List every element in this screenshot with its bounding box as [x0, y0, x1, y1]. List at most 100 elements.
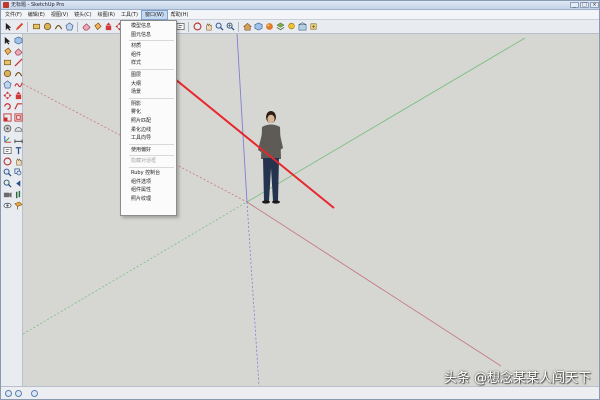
rectangle-icon[interactable]	[31, 22, 41, 32]
window-menu-item[interactable]: 组件	[121, 51, 176, 60]
circle-icon[interactable]	[2, 69, 12, 79]
select-icon[interactable]	[2, 36, 12, 46]
section-plane-icon[interactable]	[13, 201, 23, 211]
look-around-icon[interactable]	[2, 201, 12, 211]
protractor-icon[interactable]	[13, 124, 23, 134]
line-icon[interactable]	[13, 58, 23, 68]
window-menu-item[interactable]: 组件属性	[121, 186, 176, 195]
extension-icon[interactable]	[308, 22, 318, 32]
menu-edit[interactable]: 编辑(E)	[25, 10, 48, 20]
orbit-icon[interactable]	[2, 157, 12, 167]
window-menu-item[interactable]: 使用偏好	[121, 146, 176, 155]
sketchup-app-icon	[3, 2, 9, 8]
credits-icon[interactable]	[15, 390, 22, 397]
arc-icon[interactable]	[53, 22, 63, 32]
previous-view-icon[interactable]	[13, 179, 23, 189]
orbit-icon[interactable]	[192, 22, 202, 32]
pan-icon[interactable]	[203, 22, 213, 32]
rotate-icon[interactable]	[2, 102, 12, 112]
annotation-arrow-line	[153, 61, 335, 209]
window-menu-item[interactable]: 样式	[121, 59, 176, 68]
pan-icon[interactable]	[13, 157, 23, 167]
house-icon[interactable]	[242, 22, 252, 32]
window-menu-item[interactable]: 模型信息	[121, 22, 176, 31]
paint-bucket-icon[interactable]	[92, 22, 102, 32]
paint-bucket-icon[interactable]	[2, 47, 12, 57]
push-pull-icon[interactable]	[103, 22, 113, 32]
axes-icon[interactable]	[2, 135, 12, 145]
eraser-icon[interactable]	[13, 47, 23, 57]
close-button[interactable]: ×	[590, 2, 599, 8]
zoom-window-icon[interactable]	[13, 168, 23, 178]
zoom-icon[interactable]	[2, 168, 12, 178]
text-icon[interactable]	[2, 146, 12, 156]
zoom-extents-icon[interactable]	[225, 22, 235, 32]
modeling-viewport[interactable]	[23, 34, 600, 386]
window-menu-item[interactable]: 阴影	[121, 100, 176, 109]
position-camera-icon[interactable]	[2, 190, 12, 200]
zoom-icon[interactable]	[214, 22, 224, 32]
window-menu-item[interactable]: 组件选项	[121, 178, 176, 187]
window-menu-item[interactable]: 雾化	[121, 108, 176, 117]
blue-axis-dashed	[246, 201, 260, 386]
dimension-icon[interactable]	[13, 135, 23, 145]
watermark: 头条 @想念某某人闯天下	[443, 371, 591, 386]
minimize-button[interactable]: _	[570, 2, 579, 8]
menu-view[interactable]: 视图(V)	[48, 10, 71, 20]
main-toolbar	[1, 20, 599, 34]
menu-help[interactable]: 帮助(H)	[168, 10, 192, 20]
circle-icon[interactable]	[42, 22, 52, 32]
move-icon[interactable]	[2, 91, 12, 101]
menu-tools[interactable]: 工具(T)	[118, 10, 141, 20]
polygon-icon[interactable]	[2, 80, 12, 90]
window-menu-item[interactable]: 照片纹理	[121, 195, 176, 204]
window-menu-item[interactable]: 图层	[121, 71, 176, 80]
follow-me-icon[interactable]	[13, 102, 23, 112]
window-menu-item[interactable]: 图元信息	[121, 31, 176, 40]
eraser-icon[interactable]	[81, 22, 91, 32]
menu-camera[interactable]: 镜头(C)	[71, 10, 94, 20]
push-pull-icon[interactable]	[13, 91, 23, 101]
pencil-icon[interactable]	[14, 22, 24, 32]
window-menu-item[interactable]: Ruby 控制台	[121, 169, 176, 178]
geo-location-icon[interactable]	[5, 390, 12, 397]
menu-separator	[129, 97, 174, 99]
materials-icon[interactable]	[264, 22, 274, 32]
layers-icon[interactable]	[275, 22, 285, 32]
offset-icon[interactable]	[13, 113, 23, 123]
menu-draw[interactable]: 绘图(R)	[95, 10, 118, 20]
shadows-icon[interactable]	[286, 22, 296, 32]
window-menu-item[interactable]: 材质	[121, 42, 176, 51]
maximize-button[interactable]: □	[580, 2, 589, 8]
window-menu-item[interactable]: 大纲	[121, 80, 176, 89]
window-menu-item[interactable]: 照片匹配	[121, 117, 176, 126]
window-menu-dropdown: 模型信息 图元信息材质 组件 样式图层 大纲 场景阴影 雾化 照片匹配 柔化边线 工具向导使用偏好…	[120, 20, 177, 216]
tape-measure-icon[interactable]	[2, 124, 12, 134]
component-icon[interactable]	[253, 22, 263, 32]
blue-axis	[236, 34, 248, 203]
3d-text-icon[interactable]	[13, 146, 23, 156]
help-icon[interactable]	[31, 390, 38, 397]
zoom-extents-icon[interactable]	[2, 179, 12, 189]
menu-window[interactable]: 窗口(W)	[140, 9, 168, 20]
window-menu-item[interactable]: 场景	[121, 88, 176, 97]
warehouse-icon[interactable]	[297, 22, 307, 32]
menu-file[interactable]: 文件(F)	[2, 10, 25, 20]
scene-canvas[interactable]	[23, 34, 600, 386]
scale-icon[interactable]	[2, 113, 12, 123]
window-menu-item[interactable]: 柔化边线	[121, 126, 176, 135]
make-component-icon[interactable]	[13, 36, 23, 46]
toolbar-separator	[238, 21, 239, 32]
polygon-icon[interactable]	[64, 22, 74, 32]
rectangle-icon[interactable]	[2, 58, 12, 68]
menu-separator	[129, 155, 174, 157]
walk-icon[interactable]	[13, 190, 23, 200]
select-tool-icon[interactable]	[3, 22, 13, 32]
red-axis	[246, 201, 502, 367]
left-toolbar	[1, 34, 23, 386]
toolbar-separator	[77, 21, 78, 32]
freehand-icon[interactable]	[13, 80, 23, 90]
window-menu-item: 隐藏对话框	[131, 158, 157, 165]
arc-icon[interactable]	[13, 69, 23, 79]
window-menu-item[interactable]: 工具向导	[121, 134, 176, 143]
